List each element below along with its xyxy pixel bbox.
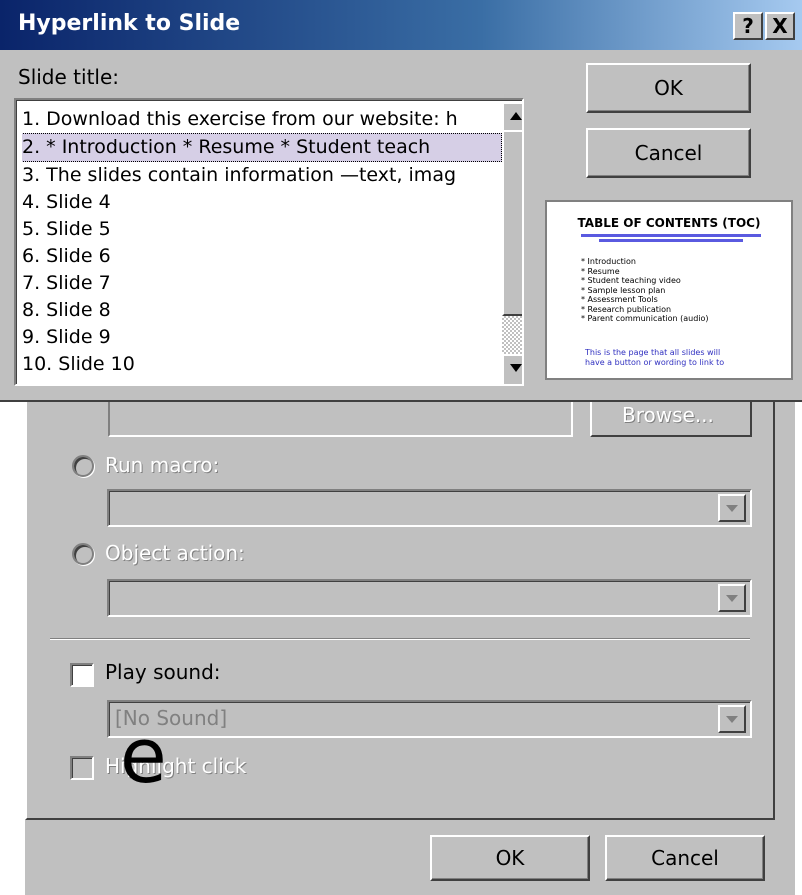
hyperlink-target-field[interactable] <box>108 397 573 437</box>
preview-title: TABLE OF CONTENTS (TOC) <box>577 216 761 230</box>
scroll-down-button[interactable] <box>502 354 522 384</box>
arrow-up-icon <box>510 112 522 120</box>
preview-footer-line: have a button or wording to link to <box>585 358 725 367</box>
separator <box>50 638 750 640</box>
play-sound-label: Play sound: <box>105 660 221 684</box>
slide-list-item[interactable]: 3. The slides contain information —text,… <box>22 162 502 189</box>
object-action-dropdown-button[interactable] <box>718 584 746 612</box>
preview-footer: This is the page that all slides will ha… <box>585 348 724 368</box>
preview-bullet-item: * Assessment Tools <box>581 295 658 304</box>
slide-list[interactable]: 1. Download this exercise from our websi… <box>14 98 524 386</box>
slide-list-item[interactable]: 8. Slide 8 <box>22 297 502 324</box>
slide-list-item[interactable]: 7. Slide 7 <box>22 270 502 297</box>
preview-bullet-list: * Introduction * Resume * Student teaching… <box>581 257 709 324</box>
run-macro-dropdown-button[interactable] <box>718 494 746 522</box>
slide-list-item[interactable]: 4. Slide 4 <box>22 189 502 216</box>
preview-footer-line: This is the page that all slides will <box>585 348 721 357</box>
play-sound-checkbox[interactable] <box>70 663 94 687</box>
slide-list-item[interactable]: 9. Slide 9 <box>22 324 502 351</box>
slide-list-item[interactable]: 6. Slide 6 <box>22 243 502 270</box>
slide-list-items: 1. Download this exercise from our websi… <box>22 106 502 378</box>
chevron-down-icon <box>726 595 738 602</box>
run-macro-radio[interactable] <box>72 455 94 477</box>
preview-bullet-item: * Resume <box>581 266 620 276</box>
arrow-down-icon <box>510 364 522 372</box>
dialog-title: Hyperlink to Slide <box>18 11 241 36</box>
object-action-radio[interactable] <box>72 543 94 565</box>
ok-button[interactable]: OK <box>586 63 751 113</box>
slide-background <box>0 395 25 895</box>
object-action-label: Object action: <box>105 541 245 565</box>
action-cancel-button[interactable]: Cancel <box>605 835 765 881</box>
help-button[interactable]: ? <box>733 12 763 40</box>
slide-text-fragment: e <box>120 711 167 800</box>
scroll-thumb[interactable] <box>502 130 522 316</box>
slide-title-label: Slide title: <box>18 65 120 89</box>
chevron-down-icon <box>726 505 738 512</box>
slide-list-item[interactable]: 5. Slide 5 <box>22 216 502 243</box>
action-cancel-label: Cancel <box>651 846 719 870</box>
slide-list-scrollbar[interactable] <box>502 102 522 384</box>
cancel-button-label: Cancel <box>634 141 703 165</box>
preview-bullet-item: * Research publication <box>581 304 672 314</box>
object-action-select[interactable] <box>107 579 752 617</box>
sound-dropdown-button[interactable] <box>718 705 746 733</box>
preview-subtitle-lines <box>581 232 761 246</box>
preview-bullet-item: * Sample lesson plan <box>581 285 666 295</box>
browse-button-label: Browse... <box>622 403 714 427</box>
close-button[interactable]: X <box>765 12 795 40</box>
preview-bullet-item: * Parent communication (audio) <box>581 314 709 323</box>
slide-list-item[interactable]: 1. Download this exercise from our websi… <box>22 106 502 133</box>
action-ok-button[interactable]: OK <box>430 835 590 881</box>
cancel-button[interactable]: Cancel <box>586 128 751 178</box>
highlight-click-checkbox[interactable] <box>70 756 94 780</box>
close-icon: X <box>772 14 788 38</box>
slide-preview: TABLE OF CONTENTS (TOC) * Introduction * … <box>545 200 793 380</box>
run-macro-select[interactable] <box>107 489 752 527</box>
preview-bullet-item: * Student teaching video <box>581 276 681 285</box>
run-macro-label: Run macro: <box>105 453 220 477</box>
sound-select[interactable]: [No Sound] <box>107 700 752 738</box>
chevron-down-icon <box>726 716 738 723</box>
action-ok-label: OK <box>495 846 525 870</box>
slide-list-item[interactable]: 10. Slide 10 <box>22 351 502 378</box>
preview-bullet-item: * Introduction <box>581 257 636 266</box>
browse-button[interactable]: Browse... <box>590 397 752 437</box>
slide-list-item[interactable]: 2. * Introduction * Resume * Student tea… <box>22 133 502 162</box>
ok-button-label: OK <box>654 76 683 100</box>
help-icon: ? <box>742 14 754 38</box>
